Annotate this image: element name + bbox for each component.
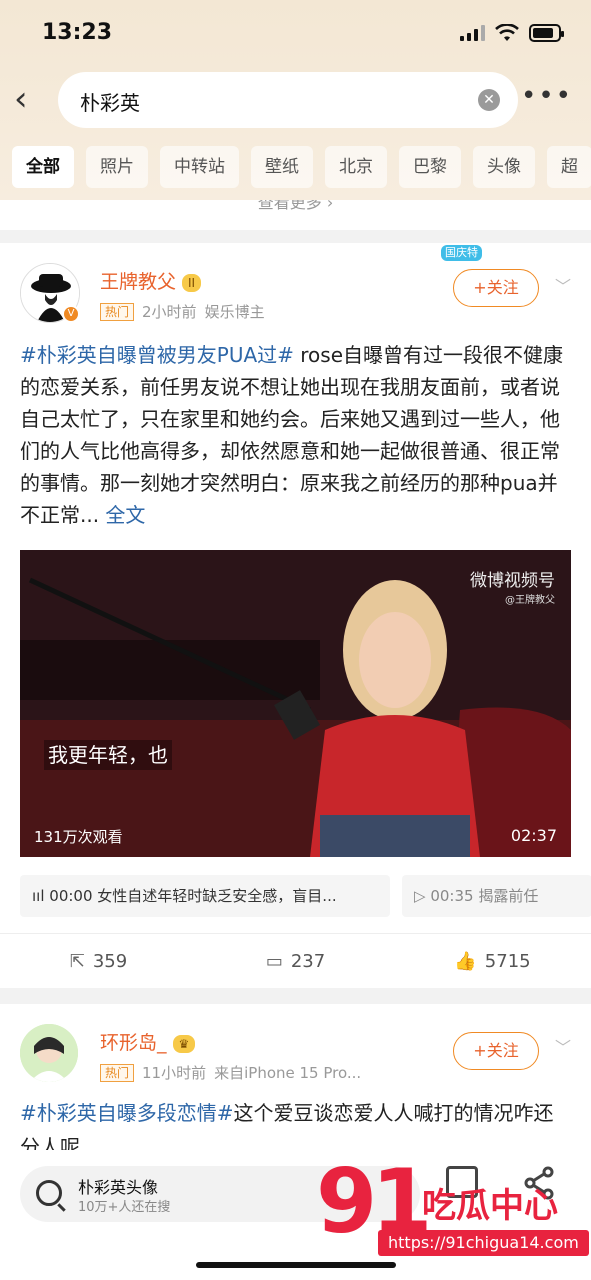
home-indicator (196, 1262, 396, 1268)
back-icon[interactable]: ‹ (14, 82, 44, 118)
topic-tag[interactable]: #朴彩英自曝曾被男友PUA过# (20, 343, 294, 367)
status-bar: 13:23 (0, 0, 591, 64)
username-text: 王牌教父 (100, 271, 177, 293)
search-query: 朴彩英 (80, 91, 140, 115)
post-source: 来自iPhone 15 Pro... (214, 1064, 362, 1082)
tab-all[interactable]: 全部 (12, 146, 74, 188)
tab-wallpaper[interactable]: 壁纸 (251, 146, 313, 188)
level-badge: II (182, 273, 202, 292)
view-count: 131万次观看 (34, 828, 123, 846)
thumbs-up-icon: 👍 (454, 951, 477, 972)
post-time: 2小时前 (142, 303, 197, 321)
chevron-down-icon[interactable]: ﹀ (555, 1034, 571, 1058)
hot-badge: 热门 (100, 302, 135, 321)
chevron-down-icon[interactable]: ﹀ (555, 273, 571, 297)
status-time: 13:23 (42, 20, 113, 45)
post-card: V 王牌教父 II 热门 2小时前 娱乐博主 国庆特 +关注 ﹀ #朴彩英自曝曾被… (0, 243, 591, 988)
clear-icon[interactable]: ✕ (478, 89, 500, 111)
watermark-logo: 91 吃瓜中心 https://91chigua14.com (316, 1150, 589, 1266)
tab-avatar[interactable]: 头像 (473, 146, 535, 188)
signal-icon (460, 25, 485, 41)
tab-paris[interactable]: 巴黎 (399, 146, 461, 188)
like-count: 5715 (484, 951, 531, 972)
watermark-text: 微博视频号 (470, 571, 555, 591)
chapter-time: 00:00 (49, 887, 93, 905)
post-text: #朴彩英自曝曾被男友PUA过# rose自曝曾有过一段很不健康的恋爱关系，前任男… (20, 339, 572, 531)
battery-icon (529, 24, 564, 42)
comment-count: 237 (290, 951, 326, 972)
tab-photo[interactable]: 照片 (86, 146, 148, 188)
post-meta: 热门 11小时前 来自iPhone 15 Pro... (100, 1062, 361, 1083)
post-time: 11小时前 (142, 1064, 207, 1082)
logo-name: 吃瓜中心 (422, 1186, 558, 1226)
see-more-link[interactable]: 查看更多 › (0, 200, 591, 230)
comment-button[interactable]: ▭ 237 (197, 934, 394, 989)
video-chapters: ııl 00:00 女性自述年轻时缺乏安全感，盲目... ▷ 00:35 揭露前… (20, 875, 591, 917)
avatar[interactable] (20, 1024, 78, 1082)
username-text: 环形岛_ (100, 1032, 167, 1054)
chapter-text: 女性自述年轻时缺乏安全感，盲目... (97, 887, 337, 905)
search-input[interactable]: 朴彩英 ✕ (58, 72, 518, 128)
post-source: 娱乐博主 (204, 303, 265, 321)
audio-bars-icon: ııl (32, 887, 50, 905)
watermark-user: @王牌教父 (505, 595, 555, 606)
chapter-item[interactable]: ▷ 00:35 揭露前任 (402, 875, 591, 917)
crown-icon: ♛ (172, 1034, 196, 1053)
comment-icon: ▭ (265, 951, 283, 972)
filter-tabs: 全部 照片 中转站 壁纸 北京 巴黎 头像 超 (12, 146, 591, 188)
related-search-sub: 10万+人还在搜 (78, 1200, 171, 1215)
username[interactable]: 王牌教父 II (100, 267, 202, 294)
video-watermark: 微博视频号 @王牌教父 (470, 566, 555, 606)
verified-badge: V (62, 305, 80, 323)
username[interactable]: 环形岛_ ♛ (100, 1028, 196, 1055)
post-body: rose自曝曾有过一段很不健康的恋爱关系，前任男友说不想让她出现在我朋友面前，或… (20, 343, 564, 527)
play-icon: ▷ (414, 887, 431, 905)
video-subtitle: 我更年轻，也 (44, 740, 172, 770)
chapter-time: 00:35 (430, 887, 474, 905)
more-icon[interactable]: ••• (521, 83, 573, 109)
full-text-link[interactable]: 全文 (99, 503, 145, 527)
tab-more[interactable]: 超 (547, 146, 591, 188)
video-duration: 02:37 (510, 826, 557, 845)
like-button[interactable]: 👍 5715 (394, 934, 591, 989)
search-icon (36, 1180, 62, 1206)
hot-badge: 热门 (100, 1063, 135, 1082)
post-card: 环形岛_ ♛ 热门 11小时前 来自iPhone 15 Pro... +关注 ﹀ … (0, 1004, 591, 1164)
post-actions: ⇱ 359 ▭ 237 👍 5715 (0, 933, 591, 989)
share-button[interactable]: ⇱ 359 (0, 934, 197, 989)
tab-transfer[interactable]: 中转站 (160, 146, 239, 188)
chapter-text: 揭露前任 (478, 887, 539, 905)
post-meta: 热门 2小时前 娱乐博主 (100, 301, 265, 322)
wifi-icon (495, 24, 519, 41)
share-count: 359 (92, 951, 128, 972)
follow-button[interactable]: +关注 (453, 269, 539, 307)
related-search-title: 朴彩英头像 (78, 1178, 159, 1197)
share-icon: ⇱ (69, 951, 85, 972)
topic-tag[interactable]: #朴彩英自曝多段恋情# (20, 1101, 234, 1125)
video-player[interactable]: 微博视频号 @王牌教父 我更年轻，也 131万次观看 02:37 (20, 550, 571, 857)
status-icons (460, 24, 564, 42)
follow-button[interactable]: +关注 (453, 1032, 539, 1070)
tab-beijing[interactable]: 北京 (325, 146, 387, 188)
header: 13:23 ‹ 朴彩英 ✕ ••• 全部 照片 中转站 壁纸 北京 巴黎 头像 … (0, 0, 591, 200)
logo-url: https://91chigua14.com (378, 1230, 589, 1256)
chapter-item[interactable]: ııl 00:00 女性自述年轻时缺乏安全感，盲目... (20, 875, 390, 917)
